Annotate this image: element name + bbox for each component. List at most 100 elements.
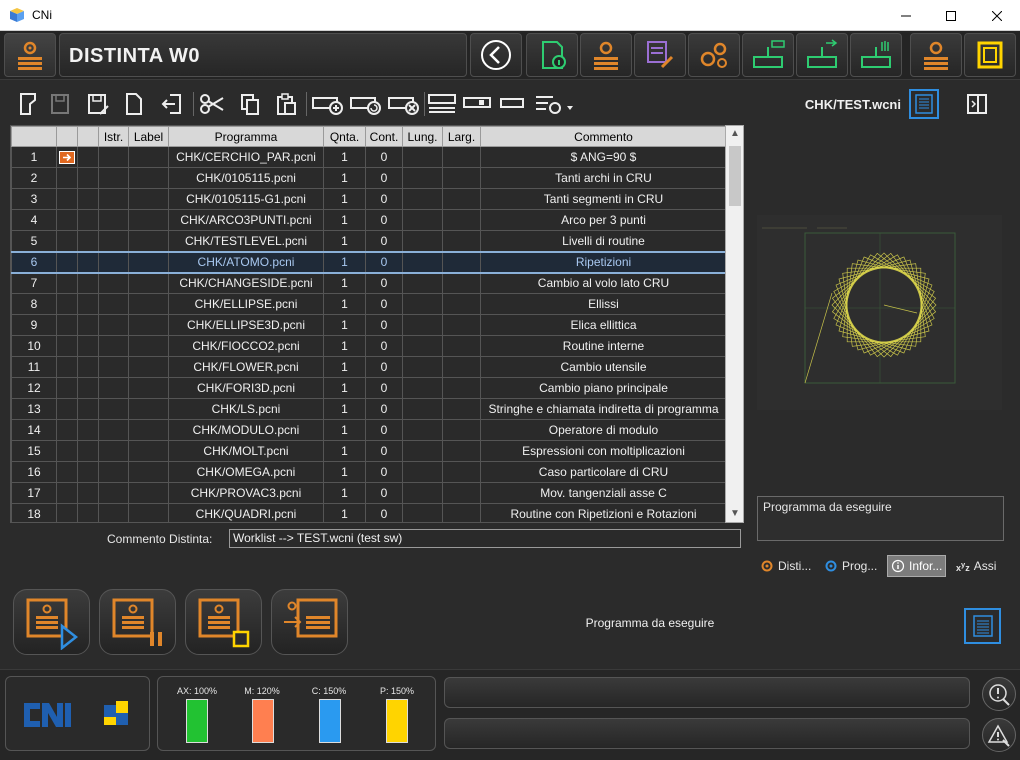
cell-lung[interactable] [402, 167, 443, 189]
cell-istr[interactable] [98, 503, 129, 522]
cell-cont[interactable]: 0 [365, 293, 403, 315]
tools-button[interactable] [688, 33, 740, 77]
row-flag[interactable] [56, 503, 78, 522]
warning-button[interactable] [982, 718, 1016, 752]
row-marker[interactable] [77, 440, 99, 462]
row-number[interactable]: 3 [11, 188, 57, 210]
cell-istr[interactable] [98, 461, 129, 483]
cell-qnta[interactable]: 1 [323, 440, 366, 462]
cell-programma[interactable]: CHK/0105115.pcni [168, 167, 324, 189]
cell-cont[interactable]: 0 [365, 230, 403, 252]
settings-dropdown-button[interactable] [533, 90, 573, 118]
cell-lung[interactable] [402, 314, 443, 336]
cell-cont[interactable]: 0 [365, 335, 403, 357]
cell-cont[interactable]: 0 [365, 377, 403, 399]
cell-cont[interactable]: 0 [365, 398, 403, 420]
machine-transfer-button[interactable] [796, 33, 848, 77]
cell-commento[interactable]: Mov. tangenziali asse C [480, 482, 727, 504]
cell-programma[interactable]: CHK/ARCO3PUNTI.pcni [168, 209, 324, 231]
cell-programma[interactable]: CHK/FIOCCO2.pcni [168, 335, 324, 357]
row-marker[interactable] [77, 335, 99, 357]
copy-button[interactable] [236, 90, 264, 118]
cell-qnta[interactable]: 1 [323, 250, 366, 274]
cell-cont[interactable]: 0 [365, 167, 403, 189]
scroll-down-icon[interactable]: ▼ [729, 508, 741, 520]
cell-lung[interactable] [402, 250, 443, 274]
cell-qnta[interactable]: 1 [323, 335, 366, 357]
row-flag[interactable] [56, 188, 78, 210]
cell-larg[interactable] [442, 230, 481, 252]
maximize-button[interactable] [928, 0, 974, 31]
cell-larg[interactable] [442, 482, 481, 504]
row-flag[interactable] [56, 314, 78, 336]
cell-programma[interactable]: CHK/CERCHIO_PAR.pcni [168, 146, 324, 168]
cell-lung[interactable] [402, 461, 443, 483]
machine-manual-button[interactable] [850, 33, 902, 77]
cell-label[interactable] [128, 440, 169, 462]
cell-label[interactable] [128, 293, 169, 315]
row-number[interactable]: 12 [11, 377, 57, 399]
row-marker[interactable] [77, 461, 99, 483]
cell-label[interactable] [128, 230, 169, 252]
cell-qnta[interactable]: 1 [323, 230, 366, 252]
setup-button[interactable] [910, 33, 962, 77]
cell-cont[interactable]: 0 [365, 314, 403, 336]
cell-programma[interactable]: CHK/PROVAC3.pcni [168, 482, 324, 504]
cell-qnta[interactable]: 1 [323, 503, 366, 522]
program-list-button[interactable] [964, 608, 1001, 644]
cell-larg[interactable] [442, 188, 481, 210]
cell-larg[interactable] [442, 398, 481, 420]
save-button[interactable] [46, 90, 74, 118]
row-flag[interactable] [56, 335, 78, 357]
cell-lung[interactable] [402, 440, 443, 462]
table-row[interactable]: 17 CHK/PROVAC3.pcni 1 0 Mov. tangenziali ass… [11, 482, 727, 504]
cell-commento[interactable]: $ ANG=90 $ [480, 146, 727, 168]
override-gauge-ax[interactable] [186, 699, 208, 743]
cell-cont[interactable]: 0 [365, 356, 403, 378]
cell-commento[interactable]: Elica ellittica [480, 314, 727, 336]
minimize-button[interactable] [883, 0, 929, 31]
row-number[interactable]: 7 [11, 272, 57, 294]
row-flag[interactable] [56, 377, 78, 399]
cell-commento[interactable]: Routine con Ripetizioni e Rotazioni [480, 503, 727, 522]
cell-cont[interactable]: 0 [365, 419, 403, 441]
row-number[interactable]: 15 [11, 440, 57, 462]
cell-programma[interactable]: CHK/FLOWER.pcni [168, 356, 324, 378]
cell-label[interactable] [128, 419, 169, 441]
cell-lung[interactable] [402, 356, 443, 378]
row-number[interactable]: 17 [11, 482, 57, 504]
row-number[interactable]: 11 [11, 356, 57, 378]
row-marker[interactable] [77, 293, 99, 315]
col-header-larg[interactable]: Larg. [442, 126, 481, 147]
cell-commento[interactable]: Cambio piano principale [480, 377, 727, 399]
row-marker[interactable] [77, 482, 99, 504]
stop-program-button[interactable] [185, 589, 262, 655]
cell-istr[interactable] [98, 293, 129, 315]
edit-program-button[interactable] [634, 33, 686, 77]
tab-assi[interactable]: xyz Assi [953, 555, 999, 577]
col-header[interactable] [56, 126, 78, 147]
table-row[interactable]: 7 CHK/CHANGESIDE.pcni 1 0 Cambio al volo lat… [11, 272, 727, 294]
list-view-button[interactable] [909, 89, 939, 119]
cell-qnta[interactable]: 1 [323, 419, 366, 441]
col-header-cont[interactable]: Cont. [365, 126, 403, 147]
cell-larg[interactable] [442, 167, 481, 189]
tab-informazioni[interactable]: Infor... [887, 555, 947, 577]
row-flag[interactable] [56, 146, 78, 168]
override-gauge-p[interactable] [386, 699, 408, 743]
row-number[interactable]: 9 [11, 314, 57, 336]
table-row[interactable]: 4 CHK/ARCO3PUNTI.pcni 1 0 Arco per 3 punti [11, 209, 727, 231]
cell-istr[interactable] [98, 314, 129, 336]
cell-lung[interactable] [402, 146, 443, 168]
cell-qnta[interactable]: 1 [323, 356, 366, 378]
row-flag[interactable] [56, 482, 78, 504]
cell-larg[interactable] [442, 503, 481, 522]
cell-label[interactable] [128, 250, 169, 274]
cell-programma[interactable]: CHK/ATOMO.pcni [168, 250, 324, 274]
table-row[interactable]: 8 CHK/ELLIPSE.pcni 1 0 Ellissi [11, 293, 727, 315]
cell-programma[interactable]: CHK/MOLT.pcni [168, 440, 324, 462]
cell-label[interactable] [128, 356, 169, 378]
row-flag[interactable] [56, 272, 78, 294]
row-marker[interactable] [77, 188, 99, 210]
row-number[interactable]: 14 [11, 419, 57, 441]
